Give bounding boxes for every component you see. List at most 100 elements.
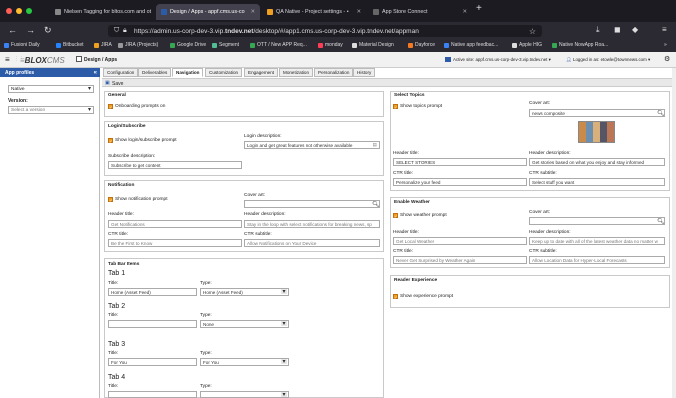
show-notification-checkbox[interactable]: ✓: [108, 197, 113, 203]
browser-tab-strip: Nielsen Tagging for bltos.com and ot✕ De…: [0, 0, 676, 22]
close-tab-icon[interactable]: ✕: [462, 9, 467, 15]
save-button[interactable]: Save: [112, 81, 123, 87]
bookmark-item[interactable]: Native app feedbac...: [444, 42, 498, 48]
menu-icon[interactable]: ≡: [662, 25, 667, 34]
textarea-resize-icon[interactable]: ▤: [373, 142, 377, 148]
star-icon[interactable]: ☆: [529, 27, 536, 36]
search-icon[interactable]: 🔍︎: [372, 201, 379, 207]
bookmark-item[interactable]: OTT / New APP Req...: [250, 42, 307, 48]
show-experience-checkbox[interactable]: ✓: [393, 294, 398, 300]
tab-deliverables[interactable]: Deliverables: [138, 68, 172, 77]
scrollbar[interactable]: [672, 68, 676, 398]
extension-icon[interactable]: ◆: [632, 25, 638, 34]
bookmark-item[interactable]: JIRA: [94, 42, 112, 48]
bookmark-item[interactable]: Apple HIG: [512, 42, 542, 48]
favicon-icon: [161, 9, 167, 15]
profile-select[interactable]: Native: [8, 85, 94, 93]
minimize-window-icon[interactable]: [16, 8, 22, 14]
tab-personalization[interactable]: Personalization: [314, 68, 354, 77]
collapse-icon[interactable]: «: [94, 70, 97, 76]
settings-gear-icon[interactable]: ⚙: [664, 55, 670, 63]
tab-history[interactable]: History: [353, 68, 376, 77]
checkbox-label: Show topics prompt: [400, 104, 443, 109]
tab-monetization[interactable]: Monetization: [279, 68, 314, 77]
header-description-field[interactable]: Stay in the loop with select notificatio…: [244, 220, 380, 228]
browser-tab[interactable]: QA Native - Project settings - • ✕: [262, 4, 366, 20]
close-tab-icon[interactable]: ✕: [250, 9, 255, 15]
tab-1-type-select[interactable]: Home (Asset Feed): [200, 288, 289, 296]
bookmark-item[interactable]: Segment: [212, 42, 239, 48]
forward-icon[interactable]: →: [26, 25, 35, 35]
bookmark-item[interactable]: monday: [318, 42, 343, 48]
show-weather-checkbox[interactable]: ✓: [393, 213, 398, 219]
field-label: Cover art:: [529, 210, 551, 215]
logged-in-user[interactable]: Logged in as: etowle@townnews.com ▾: [573, 57, 650, 63]
ctr-title-field[interactable]: Be the First to Know: [108, 239, 242, 247]
tab-navigation[interactable]: Navigation: [172, 68, 204, 77]
tab-4-title-field[interactable]: [108, 391, 197, 398]
tab-engagement[interactable]: Engagement: [244, 68, 279, 77]
login-description-field[interactable]: Login and get great features not otherwi…: [244, 141, 380, 149]
cover-art-field[interactable]: news composite 🔍︎: [529, 109, 665, 117]
field-value: Never Get Surprised by Weather Again: [396, 257, 476, 263]
bookmark-item[interactable]: Fusioni Daily: [4, 42, 40, 48]
tab-configuration[interactable]: Configuration: [103, 68, 139, 77]
browser-tab-active[interactable]: Design / Apps - appf.cms.us-co ✕: [156, 4, 260, 20]
new-tab-icon[interactable]: +: [476, 3, 482, 14]
subscribe-description-field[interactable]: Subscribe to get content: [108, 161, 242, 169]
version-select[interactable]: Select a version: [8, 106, 94, 114]
ctr-subtitle-field[interactable]: Allow Notifications on Your Device: [244, 239, 380, 247]
search-icon[interactable]: 🔍︎: [657, 218, 664, 224]
tab-label: Personalization: [318, 70, 350, 75]
close-tab-icon[interactable]: ✕: [356, 9, 361, 15]
header-title-field[interactable]: Get Local Weather: [393, 237, 527, 245]
tab-customization[interactable]: Customization: [205, 68, 243, 77]
header-description-field[interactable]: Get stories based on what you enjoy and …: [529, 158, 665, 166]
zoom-window-icon[interactable]: [26, 8, 32, 14]
header-description-field[interactable]: Keep up to date with all of the latest w…: [529, 237, 665, 245]
bookmark-item[interactable]: JIRA (Projects): [118, 42, 158, 48]
back-icon[interactable]: ←: [8, 25, 17, 35]
tab-2-type-select[interactable]: None: [200, 320, 289, 328]
cover-art-field[interactable]: 🔍︎: [529, 217, 665, 225]
tab-3-title-field[interactable]: For You: [108, 358, 197, 366]
browser-tab[interactable]: Nielsen Tagging for bltos.com and ot✕: [50, 4, 154, 20]
search-icon[interactable]: 🔍︎: [657, 110, 664, 116]
ctr-title-field[interactable]: Personalize your feed: [393, 178, 527, 186]
header-title-field[interactable]: SELECT STORIES: [393, 158, 527, 166]
bookmark-item[interactable]: Native NowApp Roa...: [552, 42, 608, 48]
field-label: Type:: [200, 313, 212, 318]
cover-art-field[interactable]: 🔍︎: [244, 200, 380, 208]
field-label: Cover art:: [244, 193, 266, 198]
bookmark-item[interactable]: Google Drive: [170, 42, 206, 48]
bookmark-label: Google Drive: [177, 42, 207, 48]
hamburger-icon[interactable]: ≡: [5, 55, 10, 64]
tab-4-type-select[interactable]: [200, 391, 289, 398]
download-icon[interactable]: ⤓: [596, 25, 600, 35]
bookmark-item[interactable]: Dayforce: [408, 42, 435, 48]
close-window-icon[interactable]: [6, 8, 12, 14]
bookmark-item[interactable]: Bitbucket: [56, 42, 84, 48]
address-bar[interactable]: ⛉ 🔒︎ https://admin.us-corp-dev-3.vip. tnd…: [108, 25, 542, 37]
bookmark-label: OTT / New APP Req...: [257, 42, 307, 48]
reload-icon[interactable]: ↻: [44, 25, 52, 36]
favicon-icon: [373, 9, 379, 15]
show-login-checkbox[interactable]: ✓: [108, 138, 113, 144]
tab-2-title-field[interactable]: [108, 320, 197, 328]
more-bookmarks-icon[interactable]: »: [664, 42, 667, 48]
extension-icon[interactable]: ◼: [614, 25, 621, 34]
header-title-field[interactable]: Get Notifications: [108, 220, 242, 228]
folder-icon: [118, 42, 123, 48]
ctr-subtitle-field[interactable]: Select stuff you want: [529, 178, 665, 186]
panel-title: App profiles: [5, 69, 35, 76]
onboarding-checkbox[interactable]: ✓: [108, 104, 113, 110]
active-site[interactable]: Active site: appf.cms.us-corp-dev-3.vip.…: [453, 57, 551, 63]
bookmark-item[interactable]: Material Design: [352, 42, 394, 48]
tab-3-type-select[interactable]: For You: [200, 358, 289, 366]
favicon-icon: [55, 9, 61, 15]
show-topics-checkbox[interactable]: ✓: [393, 104, 398, 110]
ctr-subtitle-field[interactable]: Allow Location Data for Hyper-Local Fore…: [529, 256, 665, 264]
ctr-title-field[interactable]: Never Get Surprised by Weather Again: [393, 256, 527, 264]
browser-tab[interactable]: App Store Connect ✕: [368, 4, 472, 20]
tab-1-title-field[interactable]: Home (Asset Feed): [108, 288, 197, 296]
